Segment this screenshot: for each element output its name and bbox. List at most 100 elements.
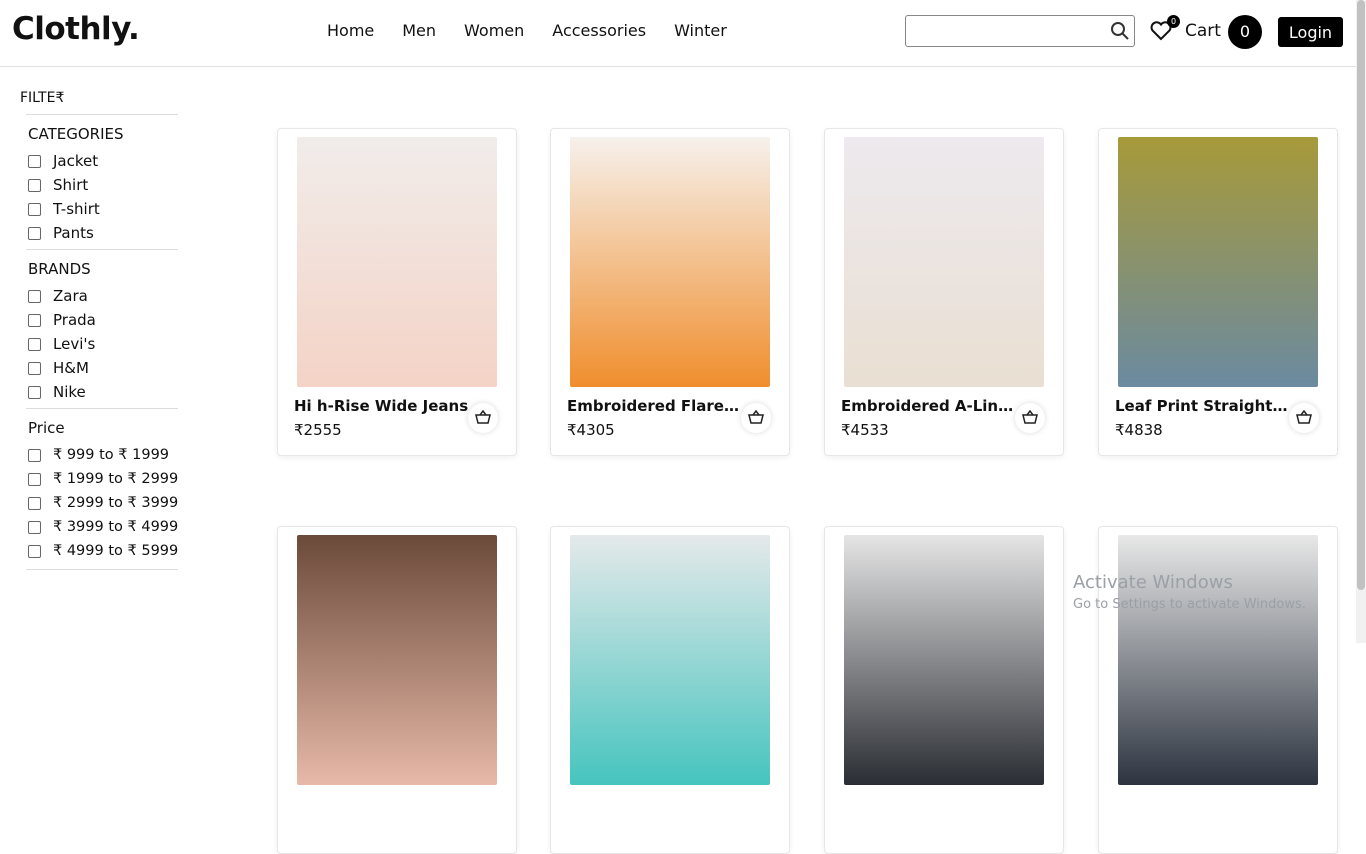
checkbox[interactable] bbox=[28, 154, 41, 168]
product-price: ₹2555 bbox=[294, 421, 342, 439]
option-label: Shirt bbox=[53, 176, 89, 194]
product-name[interactable]: Embroidered A-Line Top bbox=[841, 397, 1016, 415]
basket-icon bbox=[748, 409, 764, 428]
add-to-cart-button[interactable] bbox=[1015, 403, 1045, 433]
product-image[interactable] bbox=[844, 137, 1044, 387]
checkbox[interactable] bbox=[28, 496, 41, 510]
filter-category-jacket[interactable]: Jacket bbox=[28, 149, 180, 173]
nav-home[interactable]: Home bbox=[327, 21, 374, 40]
nav-accessories[interactable]: Accessories bbox=[552, 21, 646, 40]
filter-category-tshirt[interactable]: T-shirt bbox=[28, 197, 180, 221]
filter-price-range[interactable]: ₹ 2999 to ₹ 3999 bbox=[28, 491, 180, 515]
add-to-cart-button[interactable] bbox=[741, 403, 771, 433]
filter-price-range[interactable]: ₹ 4999 to ₹ 5999 bbox=[28, 539, 180, 563]
login-button[interactable]: Login bbox=[1278, 17, 1343, 47]
product-price: ₹4305 bbox=[567, 421, 615, 439]
option-label: ₹ 3999 to ₹ 4999 bbox=[53, 519, 179, 535]
basket-icon bbox=[1296, 409, 1312, 428]
basket-icon bbox=[475, 409, 491, 428]
product-image[interactable] bbox=[297, 137, 497, 387]
option-label: ₹ 1999 to ₹ 2999 bbox=[53, 471, 179, 487]
option-label: ₹ 999 to ₹ 1999 bbox=[53, 447, 170, 463]
checkbox[interactable] bbox=[28, 520, 41, 534]
option-label: ₹ 2999 to ₹ 3999 bbox=[53, 495, 179, 511]
product-price: ₹4838 bbox=[1115, 421, 1163, 439]
top-header: Clothly. Home Men Women Accessories Wint… bbox=[0, 0, 1356, 67]
os-activation-watermark-subtitle: Go to Settings to activate Windows. bbox=[1073, 597, 1306, 612]
search-icon[interactable] bbox=[1110, 21, 1130, 45]
checkbox[interactable] bbox=[28, 289, 41, 303]
checkbox[interactable] bbox=[28, 385, 41, 399]
filter-price-range[interactable]: ₹ 999 to ₹ 1999 bbox=[28, 443, 180, 467]
brands-title: BRANDS bbox=[28, 260, 91, 278]
checkbox[interactable] bbox=[28, 544, 41, 558]
filter-price-range[interactable]: ₹ 1999 to ₹ 2999 bbox=[28, 467, 180, 491]
checkbox[interactable] bbox=[28, 202, 41, 216]
checkbox[interactable] bbox=[28, 313, 41, 327]
nav-women[interactable]: Women bbox=[464, 21, 524, 40]
option-label: Prada bbox=[53, 311, 96, 329]
product-card[interactable] bbox=[277, 526, 517, 854]
checkbox[interactable] bbox=[28, 448, 41, 462]
page-scrollbar[interactable] bbox=[1356, 0, 1366, 643]
product-image[interactable] bbox=[844, 535, 1044, 785]
divider bbox=[26, 114, 178, 115]
basket-icon bbox=[1022, 409, 1038, 428]
wishlist-count-badge: 0 bbox=[1167, 15, 1180, 28]
product-card[interactable]: Embroidered A-Line Top ₹4533 bbox=[824, 128, 1064, 456]
filter-price-range[interactable]: ₹ 3999 to ₹ 4999 bbox=[28, 515, 180, 539]
filter-category-pants[interactable]: Pants bbox=[28, 221, 180, 245]
filter-brand-levis[interactable]: Levi's bbox=[28, 332, 180, 356]
option-label: ₹ 4999 to ₹ 5999 bbox=[53, 543, 179, 559]
scroll-thumb[interactable] bbox=[1357, 0, 1365, 590]
option-label: Nike bbox=[53, 383, 86, 401]
product-image[interactable] bbox=[570, 535, 770, 785]
filter-title: FILTE₹ bbox=[20, 90, 65, 106]
option-label: Jacket bbox=[53, 152, 99, 170]
price-title: Price bbox=[28, 419, 65, 437]
product-price: ₹4533 bbox=[841, 421, 889, 439]
divider bbox=[26, 408, 178, 409]
checkbox[interactable] bbox=[28, 361, 41, 375]
filter-brand-hm[interactable]: H&M bbox=[28, 356, 180, 380]
product-name[interactable]: Hi h-Rise Wide Jeans bbox=[294, 397, 469, 415]
product-card[interactable]: Leaf Print Straight Pants ₹4838 bbox=[1098, 128, 1338, 456]
option-label: Levi's bbox=[53, 335, 96, 353]
filter-brand-zara[interactable]: Zara bbox=[28, 284, 180, 308]
product-name[interactable]: Leaf Print Straight Pants bbox=[1115, 397, 1290, 415]
add-to-cart-button[interactable] bbox=[468, 403, 498, 433]
option-label: H&M bbox=[53, 359, 89, 377]
product-image[interactable] bbox=[570, 137, 770, 387]
product-name[interactable]: Embroidered Flared Kurta bbox=[567, 397, 742, 415]
search-box[interactable] bbox=[905, 15, 1135, 47]
divider bbox=[26, 249, 178, 250]
nav-men[interactable]: Men bbox=[402, 21, 436, 40]
main-nav: Home Men Women Accessories Winter bbox=[327, 21, 755, 40]
checkbox[interactable] bbox=[28, 178, 41, 192]
add-to-cart-button[interactable] bbox=[1289, 403, 1319, 433]
nav-winter[interactable]: Winter bbox=[674, 21, 727, 40]
checkbox[interactable] bbox=[28, 226, 41, 240]
checkbox[interactable] bbox=[28, 472, 41, 486]
os-activation-watermark-title: Activate Windows bbox=[1073, 572, 1233, 593]
option-label: Pants bbox=[53, 224, 94, 242]
option-label: Zara bbox=[53, 287, 88, 305]
brand-logo[interactable]: Clothly. bbox=[12, 11, 140, 47]
product-card[interactable]: Embroidered Flared Kurta ₹4305 bbox=[550, 128, 790, 456]
filter-sidebar: FILTE₹ CATEGORIES Jacket Shirt T-shirt P… bbox=[20, 90, 180, 570]
product-card[interactable] bbox=[824, 526, 1064, 854]
product-card[interactable] bbox=[550, 526, 790, 854]
search-input[interactable] bbox=[912, 16, 1116, 46]
cart-label[interactable]: Cart bbox=[1185, 21, 1221, 41]
product-image[interactable] bbox=[297, 535, 497, 785]
categories-title: CATEGORIES bbox=[28, 125, 124, 143]
product-card[interactable]: Hi h-Rise Wide Jeans ₹2555 bbox=[277, 128, 517, 456]
option-label: T-shirt bbox=[53, 200, 100, 218]
cart-count-badge[interactable]: 0 bbox=[1228, 15, 1262, 49]
filter-category-shirt[interactable]: Shirt bbox=[28, 173, 180, 197]
checkbox[interactable] bbox=[28, 337, 41, 351]
filter-brand-nike[interactable]: Nike bbox=[28, 380, 180, 404]
filter-brand-prada[interactable]: Prada bbox=[28, 308, 180, 332]
product-image[interactable] bbox=[1118, 137, 1318, 387]
divider bbox=[26, 569, 178, 570]
